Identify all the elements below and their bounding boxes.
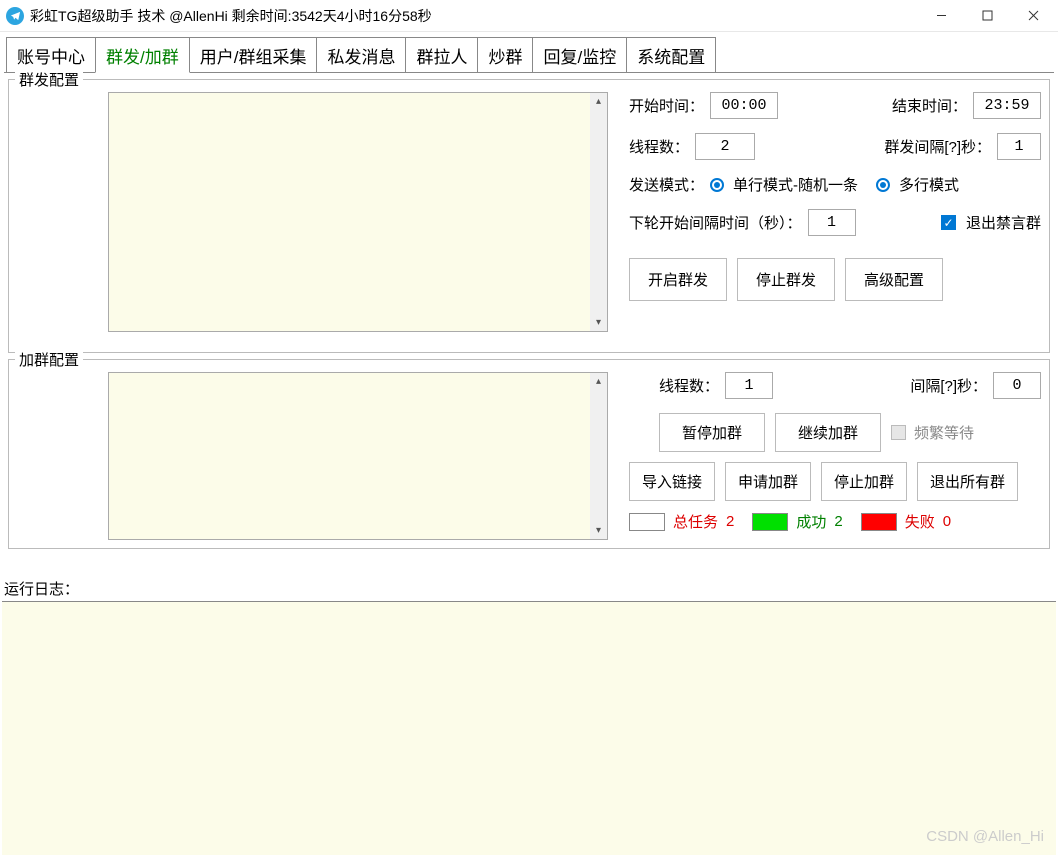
- stop-mass-send-button[interactable]: 停止群发: [737, 258, 835, 301]
- jg-interval-input[interactable]: [993, 372, 1041, 399]
- watermark: CSDN @Allen_Hi: [926, 828, 1044, 845]
- content-panel: 群发配置 ▴ ▾ 开始时间： 结束时间： 线程数： 群发间隔[?]秒：: [4, 72, 1054, 574]
- scroll-down-icon[interactable]: ▾: [590, 522, 607, 539]
- radio-multi-label: 多行模式: [899, 174, 959, 195]
- exit-all-groups-button[interactable]: 退出所有群: [917, 462, 1018, 501]
- join-group-textarea[interactable]: ▴ ▾: [108, 372, 608, 540]
- fail-value: 0: [943, 513, 951, 530]
- tab-private-msg[interactable]: 私发消息: [316, 37, 406, 73]
- threads-input[interactable]: [695, 133, 755, 160]
- jg-interval-label: 间隔[?]秒：: [910, 375, 987, 396]
- threads-label: 线程数：: [629, 136, 689, 157]
- stop-join-button[interactable]: 停止加群: [821, 462, 907, 501]
- swatch-success-icon: [752, 513, 788, 531]
- swatch-total-icon: [629, 513, 665, 531]
- minimize-button[interactable]: [918, 0, 964, 32]
- success-value: 2: [834, 513, 842, 530]
- tab-system[interactable]: 系统配置: [626, 37, 716, 73]
- advanced-config-button[interactable]: 高级配置: [845, 258, 943, 301]
- join-group-groupbox: 加群配置 ▴ ▾ 线程数： 间隔[?]秒： 暂停加群 继续加群 频繁等待: [8, 359, 1050, 549]
- end-time-label: 结束时间：: [892, 95, 967, 116]
- close-button[interactable]: [1010, 0, 1056, 32]
- import-links-button[interactable]: 导入链接: [629, 462, 715, 501]
- radio-multi-mode[interactable]: [876, 178, 890, 192]
- exit-mute-checkbox[interactable]: ✓: [941, 215, 956, 230]
- start-mass-send-button[interactable]: 开启群发: [629, 258, 727, 301]
- tab-hype[interactable]: 炒群: [477, 37, 533, 73]
- window-controls: [918, 0, 1056, 32]
- join-group-form: 线程数： 间隔[?]秒： 暂停加群 继续加群 频繁等待 导入链接 申请加群 停止…: [629, 372, 1041, 532]
- jg-threads-input[interactable]: [725, 372, 773, 399]
- next-round-label: 下轮开始间隔时间（秒）：: [629, 212, 802, 233]
- radio-single-label: 单行模式-随机一条: [733, 174, 858, 195]
- tab-mass-send[interactable]: 群发/加群: [95, 37, 190, 73]
- fail-label: 失败: [905, 511, 935, 532]
- interval-input[interactable]: [997, 133, 1041, 160]
- scroll-up-icon[interactable]: ▴: [590, 93, 607, 110]
- maximize-button[interactable]: [964, 0, 1010, 32]
- next-round-input[interactable]: [808, 209, 856, 236]
- log-area[interactable]: CSDN @Allen_Hi: [2, 601, 1056, 855]
- scroll-track[interactable]: [590, 110, 607, 314]
- jg-threads-label: 线程数：: [659, 375, 719, 396]
- tab-invite[interactable]: 群拉人: [405, 37, 478, 73]
- mode-label: 发送模式：: [629, 174, 704, 195]
- start-time-input[interactable]: [710, 92, 778, 119]
- freq-wait-label: 频繁等待: [914, 422, 974, 443]
- total-label: 总任务: [673, 511, 718, 532]
- scroll-track[interactable]: [590, 390, 607, 522]
- tab-account[interactable]: 账号中心: [6, 37, 96, 73]
- total-value: 2: [726, 513, 734, 530]
- exit-mute-label: 退出禁言群: [966, 212, 1041, 233]
- tab-collect[interactable]: 用户/群组采集: [189, 37, 318, 73]
- titlebar: 彩虹TG超级助手 技术 @AllenHi 剩余时间:3542天4小时16分58秒: [0, 0, 1058, 32]
- start-time-label: 开始时间：: [629, 95, 704, 116]
- interval-label: 群发间隔[?]秒：: [884, 136, 991, 157]
- success-label: 成功: [796, 511, 826, 532]
- join-group-legend: 加群配置: [15, 349, 83, 370]
- radio-single-mode[interactable]: [710, 178, 724, 192]
- window-title: 彩虹TG超级助手 技术 @AllenHi 剩余时间:3542天4小时16分58秒: [30, 6, 432, 26]
- mass-send-groupbox: 群发配置 ▴ ▾ 开始时间： 结束时间： 线程数： 群发间隔[?]秒：: [8, 79, 1050, 353]
- tab-bar: 账号中心 群发/加群 用户/群组采集 私发消息 群拉人 炒群 回复/监控 系统配…: [0, 32, 1058, 72]
- swatch-fail-icon: [861, 513, 897, 531]
- log-label: 运行日志：: [4, 578, 1054, 599]
- mass-send-textarea[interactable]: ▴ ▾: [108, 92, 608, 332]
- pause-join-button[interactable]: 暂停加群: [659, 413, 765, 452]
- scroll-down-icon[interactable]: ▾: [590, 314, 607, 331]
- scroll-up-icon[interactable]: ▴: [590, 373, 607, 390]
- tab-reply-monitor[interactable]: 回复/监控: [532, 37, 627, 73]
- apply-join-button[interactable]: 申请加群: [725, 462, 811, 501]
- scrollbar[interactable]: ▴ ▾: [590, 93, 607, 331]
- continue-join-button[interactable]: 继续加群: [775, 413, 881, 452]
- mass-send-legend: 群发配置: [15, 69, 83, 90]
- scrollbar[interactable]: ▴ ▾: [590, 373, 607, 539]
- end-time-input[interactable]: [973, 92, 1041, 119]
- app-icon: [6, 7, 24, 25]
- freq-wait-checkbox: [891, 425, 906, 440]
- mass-send-form: 开始时间： 结束时间： 线程数： 群发间隔[?]秒： 发送模式： 单行模式-随机…: [629, 92, 1041, 301]
